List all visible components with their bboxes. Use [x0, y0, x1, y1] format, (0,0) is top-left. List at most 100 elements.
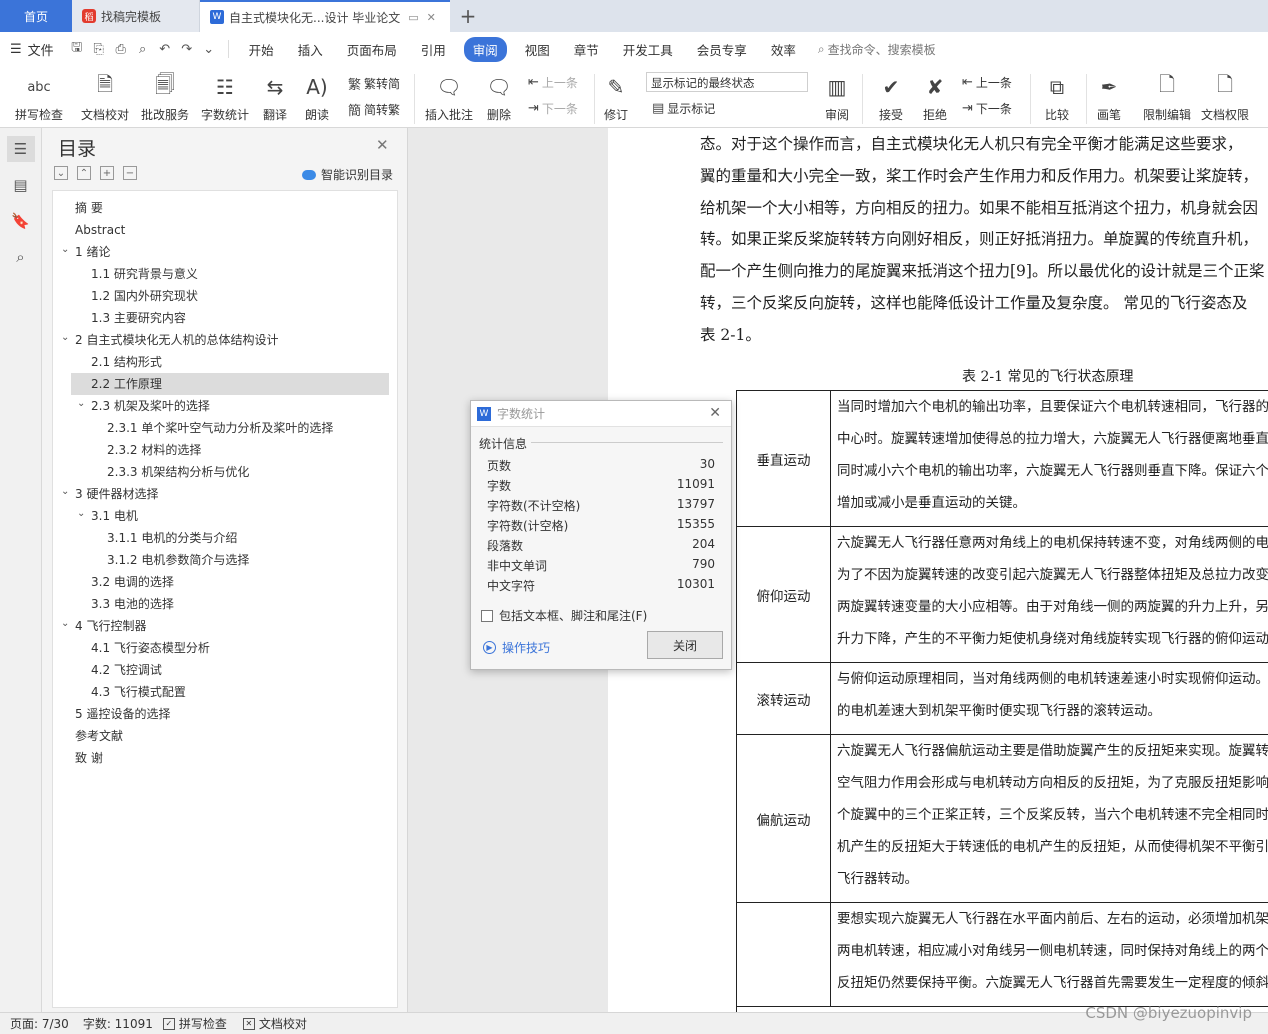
menu-tab-member[interactable]: 会员专享	[697, 37, 747, 62]
close-icon[interactable]: ✕	[376, 136, 389, 154]
tab-template-label: 找稿完模板	[101, 9, 162, 24]
markup-state-select[interactable]: 显示标记的最终状态	[646, 72, 808, 92]
review-pane-button[interactable]: ▥ 审阅	[806, 72, 868, 123]
toc-item[interactable]: 3 硬件器材选择	[75, 483, 158, 505]
chevron-down-icon[interactable]: ⌄	[77, 508, 85, 519]
tab-template[interactable]: 稻 找稿完模板	[72, 0, 200, 32]
prev-comment-button[interactable]: ⇤ 上一条	[528, 74, 578, 91]
chevron-down-icon[interactable]: ⌄	[77, 398, 85, 409]
toc-item[interactable]: 1 绪论	[75, 241, 110, 263]
menu-tab-review[interactable]: 审阅	[463, 36, 507, 62]
toc-item[interactable]: 5 遥控设备的选择	[75, 703, 170, 725]
dialog-close-button[interactable]: 关闭	[647, 631, 723, 659]
menu-tab-chapter[interactable]: 章节	[574, 37, 599, 62]
proofread-button[interactable]: 🗎 文档校对	[74, 72, 136, 123]
annotate-service-button[interactable]: 🗐 批改服务	[134, 72, 196, 123]
spell-check-status[interactable]: ✓ 拼写检查	[162, 1015, 227, 1032]
close-icon[interactable]: ✕	[709, 405, 721, 421]
doc-permission-button[interactable]: 🗋 文档权限	[1194, 72, 1256, 123]
expand-all-icon[interactable]: ⌃	[77, 166, 91, 180]
toc-item[interactable]: 2.2 工作原理	[91, 373, 162, 395]
toc-item[interactable]: 4.2 飞控调试	[91, 659, 162, 681]
smart-toc-button[interactable]: 智能识别目录	[302, 166, 393, 183]
more-chevron-icon[interactable]: ⌄	[198, 42, 220, 57]
proofread-status[interactable]: ✕ 文档校对	[242, 1015, 307, 1032]
table-text-line: 两电机转速，相应减小对角线另一侧电机转速，同时保持对角线上的两个电	[837, 943, 1268, 959]
chevron-down-icon[interactable]: ⌄	[61, 332, 69, 343]
collapse-all-icon[interactable]: ⌄	[54, 166, 68, 180]
save-icon[interactable]: 🖫	[66, 38, 88, 60]
toc-item[interactable]: 2.3.2 材料的选择	[107, 439, 201, 461]
toc-item[interactable]: 致 谢	[75, 747, 103, 769]
menu-tab-start[interactable]: 开始	[249, 37, 274, 62]
toc-item[interactable]: 2.1 结构形式	[91, 351, 162, 373]
toc-item[interactable]: 2 自主式模块化无人机的总体结构设计	[75, 329, 278, 351]
window-icon[interactable]: ▭	[408, 11, 418, 24]
read-aloud-button[interactable]: A) 朗读	[286, 72, 348, 123]
revise-button[interactable]: ✎ 修订	[590, 72, 642, 123]
toc-item[interactable]: 参考文献	[75, 725, 123, 747]
restrict-edit-button[interactable]: 🗋 限制编辑	[1136, 72, 1198, 123]
file-menu[interactable]: ☰ 文件	[10, 40, 54, 59]
preview-icon[interactable]: ⌕	[132, 42, 154, 57]
toc-item[interactable]: 3.3 电池的选择	[91, 593, 174, 615]
delete-comment-button[interactable]: 🗨 删除	[468, 72, 530, 123]
toc-item[interactable]: 2.3 机架及桨叶的选择	[91, 395, 210, 417]
tab-home[interactable]: 首页	[0, 0, 72, 32]
undo-icon[interactable]: ↶	[154, 42, 176, 57]
chevron-down-icon[interactable]: ⌄	[61, 486, 69, 497]
toc-item[interactable]: 3.1.2 电机参数简介与选择	[107, 549, 249, 571]
remove-level-icon[interactable]: −	[123, 166, 137, 180]
chapter-view-icon[interactable]: ▤	[7, 172, 35, 198]
menu-tab-layout[interactable]: 页面布局	[347, 37, 397, 62]
spell-check-button[interactable]: abc 拼写检查	[8, 72, 70, 123]
chevron-down-icon[interactable]: ⌄	[61, 618, 69, 629]
toc-item[interactable]: 3.1.1 电机的分类与介绍	[107, 527, 237, 549]
toc-item[interactable]: 1.2 国内外研究现状	[91, 285, 198, 307]
to-simplified-button[interactable]: 簡 简转繁	[348, 100, 400, 119]
toc-item[interactable]: 4 飞行控制器	[75, 615, 146, 637]
paragraph-line: 态。对于这个操作而言，自主式模块化无人机只有完全平衡才能满足这些要求，	[700, 135, 1243, 153]
command-search[interactable]: ⌕ 查找命令、搜索模板	[818, 41, 936, 58]
include-textbox-checkbox[interactable]: 包括文本框、脚注和尾注(F)	[481, 607, 647, 624]
new-tab-button[interactable]: +	[450, 0, 486, 32]
toc-item[interactable]: 3.1 电机	[91, 505, 138, 527]
table-text-line: 当同时增加六个电机的输出功率，且要保证六个电机转速相同，飞行器的重	[837, 399, 1268, 415]
toc-item[interactable]: 1.1 研究背景与意义	[91, 263, 198, 285]
prev-change-button[interactable]: ⇤ 上一条	[962, 74, 1012, 91]
menu-tab-view[interactable]: 视图	[525, 37, 550, 62]
toc-item[interactable]: 3.2 电调的选择	[91, 571, 174, 593]
redo-icon[interactable]: ↷	[176, 42, 198, 57]
tips-link[interactable]: ▶ 操作技巧	[483, 639, 550, 656]
chevron-down-icon[interactable]: ⌄	[61, 244, 69, 255]
menu-tab-efficiency[interactable]: 效率	[771, 37, 796, 62]
toc-view-icon[interactable]: ☰	[6, 136, 35, 162]
page-indicator[interactable]: 页面: 7/30	[10, 1015, 69, 1032]
stat-row: 页数 30	[487, 457, 715, 474]
find-icon[interactable]: ⌕	[7, 244, 35, 270]
export-icon[interactable]: ⎘	[88, 42, 110, 57]
toc-item[interactable]: 摘 要	[75, 197, 103, 219]
to-traditional-button[interactable]: 繁 繁转简	[348, 74, 400, 93]
bookmark-icon[interactable]: 🔖	[7, 208, 35, 234]
convert-traditional-icon: 繁	[348, 78, 362, 93]
toc-item[interactable]: 2.3.3 机架结构分析与优化	[107, 461, 249, 483]
word-count-indicator[interactable]: 字数: 11091	[83, 1015, 153, 1032]
menu-tab-reference[interactable]: 引用	[421, 37, 446, 62]
next-change-button[interactable]: ⇥ 下一条	[962, 100, 1012, 117]
toc-item[interactable]: 2.3.1 单个桨叶空气动力分析及桨叶的选择	[107, 417, 333, 439]
close-tab-icon[interactable]: ✕	[427, 11, 436, 24]
print-icon[interactable]: ⎙	[110, 42, 132, 57]
toc-item[interactable]: 4.3 飞行模式配置	[91, 681, 186, 703]
reject-button[interactable]: ✘ 拒绝	[904, 72, 966, 123]
menu-tab-devtools[interactable]: 开发工具	[623, 37, 673, 62]
pen-button[interactable]: ✒ 画笔	[1078, 72, 1140, 123]
add-level-icon[interactable]: +	[100, 166, 114, 180]
toc-item[interactable]: 4.1 飞行姿态模型分析	[91, 637, 210, 659]
menu-tab-insert[interactable]: 插入	[298, 37, 323, 62]
tab-document[interactable]: W 自主式模块化无...设计 毕业论文 ▭ ✕	[200, 0, 450, 32]
next-comment-button[interactable]: ⇥ 下一条	[528, 100, 578, 117]
toc-item[interactable]: 1.3 主要研究内容	[91, 307, 186, 329]
toc-item[interactable]: Abstract	[75, 219, 125, 241]
show-markup-button[interactable]: ▤ 显示标记	[652, 100, 715, 117]
